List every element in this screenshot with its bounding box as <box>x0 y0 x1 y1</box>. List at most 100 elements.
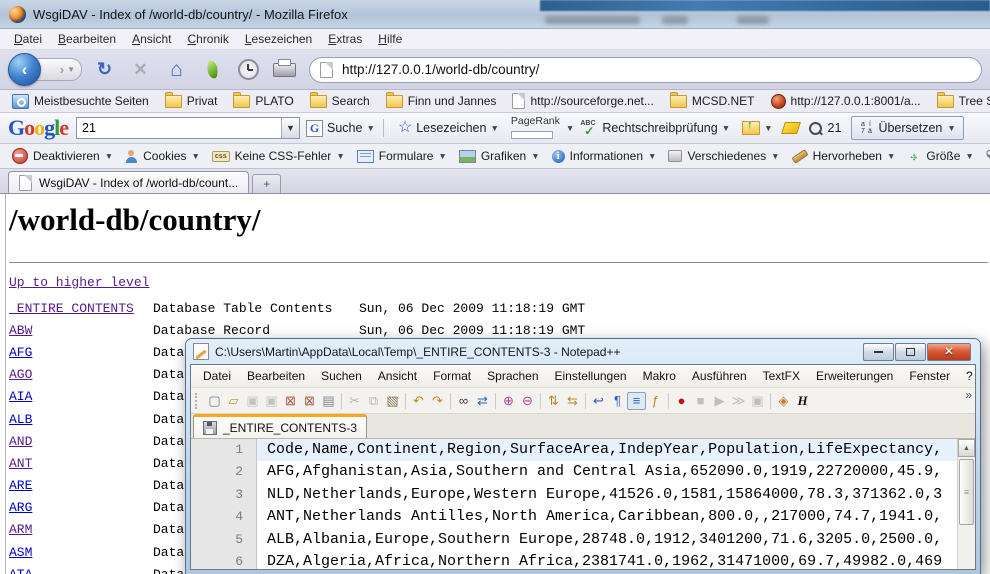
toolbar-overflow-icon[interactable]: » <box>965 388 975 402</box>
npp-menu-datei[interactable]: Datei <box>195 367 239 385</box>
search-dropdown-icon[interactable]: ▼ <box>281 118 299 138</box>
spellcheck-button[interactable]: Rechtschreibprüfung ▼ <box>574 116 736 140</box>
save-all-icon[interactable]: ▣ <box>262 392 281 410</box>
plugin-tool-icon[interactable]: ◈ <box>774 392 793 410</box>
chevron-down-icon[interactable]: ▼ <box>531 151 539 161</box>
menu-item-datei[interactable]: Datei <box>6 30 50 48</box>
copy-icon[interactable]: ⧉ <box>364 392 383 410</box>
history-clock-button[interactable] <box>235 56 262 83</box>
chevron-down-icon[interactable]: ▼ <box>947 123 955 133</box>
indent-guide-icon[interactable]: ≡ <box>627 392 646 410</box>
npp-menu-help[interactable]: ? <box>958 367 976 385</box>
bookmark-item[interactable]: Search <box>302 90 378 112</box>
chevron-down-icon[interactable]: ▼ <box>965 151 973 161</box>
close-all-icon[interactable]: ⊠ <box>300 392 319 410</box>
line-text[interactable]: DZA,Algeria,Africa,Northern Africa,23817… <box>257 551 958 569</box>
chevron-down-icon[interactable]: ▼ <box>566 123 574 133</box>
macro-record-icon[interactable]: ● <box>672 392 691 410</box>
webdev-images-menu[interactable]: Grafiken▼ <box>453 149 546 163</box>
npp-menu-makro[interactable]: Makro <box>635 367 684 385</box>
new-file-icon[interactable]: ▢ <box>205 392 224 410</box>
editor-scrollbar[interactable]: ▲ ≡ <box>957 439 975 569</box>
save-icon[interactable]: ▣ <box>243 392 262 410</box>
webdev-tools-menu[interactable]: Extras▼ <box>980 149 990 163</box>
directory-link[interactable]: AIA <box>9 389 153 404</box>
toolbar-grip[interactable] <box>195 393 201 409</box>
find-icon[interactable]: ∞ <box>454 392 473 410</box>
close-file-icon[interactable]: ⊠ <box>281 392 300 410</box>
chevron-down-icon[interactable]: ▼ <box>336 151 344 161</box>
line-text[interactable]: ANT,Netherlands Antilles,North America,C… <box>257 506 958 528</box>
bookmark-item[interactable]: Privat <box>157 90 226 112</box>
chevron-down-icon[interactable]: ▼ <box>648 151 656 161</box>
line-text[interactable]: NLD,Netherlands,Europe,Western Europe,41… <box>257 484 958 506</box>
webdev-info-menu[interactable]: Informationen▼ <box>546 149 663 163</box>
bookmark-item[interactable]: Meistbesuchte Seiten <box>4 90 157 112</box>
menu-item-extras[interactable]: Extras <box>320 30 370 48</box>
line-text[interactable]: Code,Name,Continent,Region,SurfaceArea,I… <box>257 439 958 461</box>
npp-menu-einstellungen[interactable]: Einstellungen <box>547 367 635 385</box>
sync-scroll-vertical-icon[interactable]: ⇅ <box>544 392 563 410</box>
webdev-outline-menu[interactable]: Hervorheben▼ <box>786 149 902 163</box>
directory-link[interactable]: ABW <box>9 323 153 338</box>
webdev-disable-menu[interactable]: Deaktivieren▼ <box>6 148 119 164</box>
menu-item-chronik[interactable]: Chronik <box>179 30 236 48</box>
directory-link[interactable]: ASM <box>9 545 153 560</box>
notepadpp-titlebar[interactable]: C:\Users\Martin\AppData\Local\Temp\_ENTI… <box>190 339 976 364</box>
menu-item-lesezeichen[interactable]: Lesezeichen <box>237 30 320 48</box>
chevron-down-icon[interactable]: ▼ <box>105 151 113 161</box>
chevron-down-icon[interactable]: ▼ <box>366 123 374 133</box>
directory-link[interactable]: ALB <box>9 412 153 427</box>
print-button[interactable] <box>271 56 298 83</box>
bookmark-item[interactable]: MCSD.NET <box>662 90 763 112</box>
macro-run-multiple-icon[interactable]: ≫ <box>729 392 748 410</box>
chevron-down-icon[interactable]: ▼ <box>438 151 446 161</box>
chevron-down-icon[interactable]: ▼ <box>722 123 730 133</box>
translate-button[interactable]: aí7ä Übersetzen ▼ <box>851 116 963 140</box>
paste-icon[interactable]: ▧ <box>383 392 402 410</box>
chevron-down-icon[interactable]: ▼ <box>887 151 895 161</box>
google-search-box[interactable]: ▼ <box>76 117 300 139</box>
minimize-button[interactable] <box>863 343 894 361</box>
chevron-down-icon[interactable]: ▼ <box>764 123 772 133</box>
webdev-misc-menu[interactable]: Verschiedenes▼ <box>662 149 785 163</box>
feedly-leaf-button[interactable] <box>199 56 226 83</box>
zoom-in-icon[interactable]: ⊕ <box>499 392 518 410</box>
back-button[interactable]: ‹ <box>8 53 41 86</box>
directory-link[interactable]: _ENTIRE_CONTENTS <box>9 301 153 316</box>
directory-link[interactable]: ARM <box>9 522 153 537</box>
document-tab[interactable]: _ENTIRE_CONTENTS-3 <box>193 414 367 438</box>
restore-button[interactable] <box>895 343 926 361</box>
google-search-button[interactable]: G Suche ▼ <box>300 116 381 140</box>
editor-area[interactable]: 1Code,Name,Continent,Region,SurfaceArea,… <box>191 439 975 569</box>
chevron-down-icon[interactable]: ▼ <box>191 151 199 161</box>
open-file-icon[interactable]: ▱ <box>224 392 243 410</box>
tab-wsgidav[interactable]: WsgiDAV - Index of /world-db/count... <box>8 171 249 193</box>
macro-save-icon[interactable]: ▣ <box>748 392 767 410</box>
scroll-up-icon[interactable]: ▲ <box>958 439 975 457</box>
bookmark-item[interactable]: PLATO <box>225 90 301 112</box>
location-bar[interactable] <box>309 57 982 83</box>
webdev-cookies-menu[interactable]: Cookies▼ <box>119 149 206 163</box>
npp-menu-suchen[interactable]: Suchen <box>313 367 370 385</box>
webdev-resize-menu[interactable]: Größe▼ <box>901 149 979 163</box>
scrollbar-thumb[interactable]: ≡ <box>959 459 974 525</box>
menu-item-hilfe[interactable]: Hilfe <box>370 30 410 48</box>
chevron-down-icon[interactable]: ▼ <box>490 123 498 133</box>
npp-menu-ansicht[interactable]: Ansicht <box>370 367 425 385</box>
word-wrap-icon[interactable]: ↩ <box>589 392 608 410</box>
stop-button[interactable]: ✕ <box>127 56 154 83</box>
up-to-higher-level-link[interactable]: Up to higher level <box>9 275 149 290</box>
directory-link[interactable]: ANT <box>9 456 153 471</box>
npp-menu-ausführen[interactable]: Ausführen <box>684 367 755 385</box>
macro-stop-icon[interactable]: ■ <box>691 392 710 410</box>
function-completion-icon[interactable]: ƒ <box>646 392 665 410</box>
bookmark-item[interactable]: http://127.0.0.1:8001/a... <box>763 90 929 112</box>
macro-playback-icon[interactable]: ▶ <box>710 392 729 410</box>
reload-button[interactable]: ↻ <box>91 56 118 83</box>
npp-menu-textfx[interactable]: TextFX <box>755 367 808 385</box>
directory-link[interactable]: ARG <box>9 500 153 515</box>
directory-link[interactable]: AGO <box>9 367 153 382</box>
google-search-input[interactable] <box>77 120 281 136</box>
url-input[interactable] <box>340 61 971 78</box>
